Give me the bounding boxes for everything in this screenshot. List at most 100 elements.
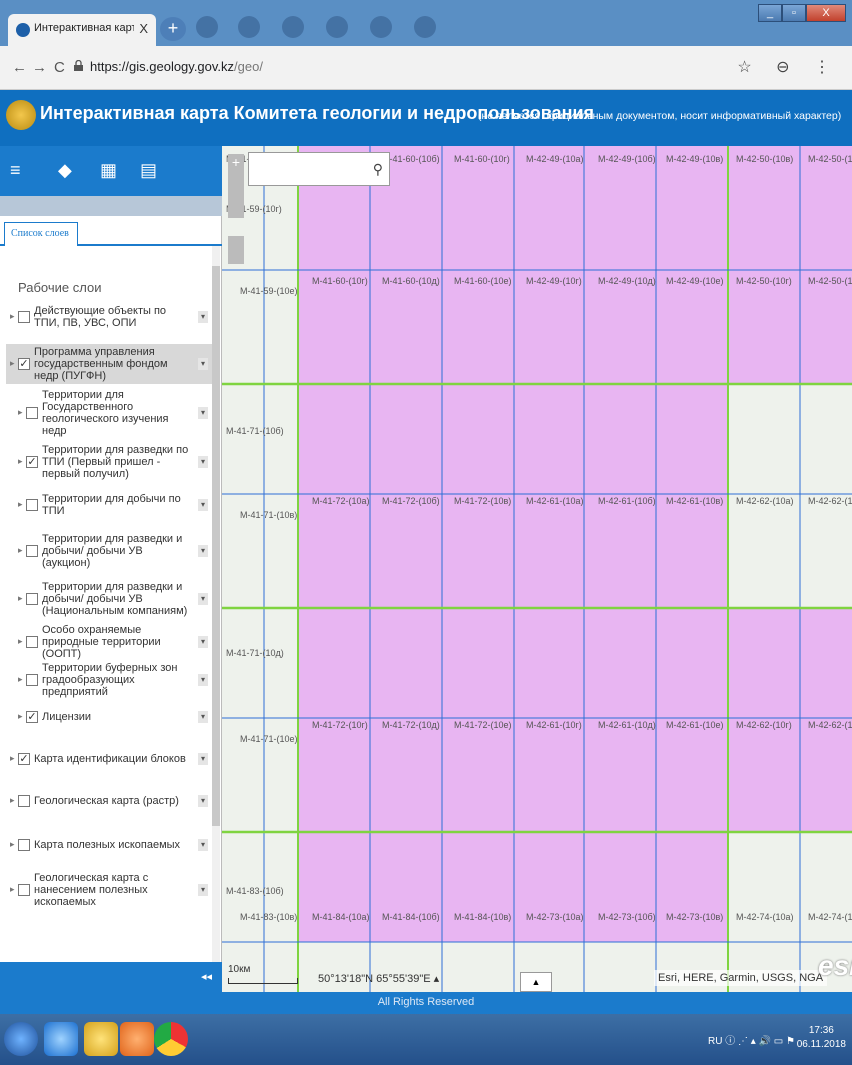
system-tray[interactable]: RU ⓘ ⋰ ▴ 🔊 ▭ ⚑ (708, 1032, 795, 1047)
zoom-control[interactable]: + (228, 154, 244, 218)
zoom-in-button[interactable]: + (232, 154, 240, 170)
expand-button[interactable]: ▲ (520, 972, 552, 992)
layer-options-icon[interactable]: ▾ (198, 674, 208, 686)
new-tab-button[interactable]: + (160, 17, 186, 41)
layer-options-icon[interactable]: ▾ (198, 593, 208, 605)
layer-checkbox[interactable] (18, 884, 30, 896)
layer-checkbox[interactable] (26, 499, 38, 511)
expand-arrow-icon[interactable]: ▸ (18, 593, 23, 604)
legend-icon[interactable]: ≡ (10, 160, 21, 181)
background-tab-icon[interactable] (282, 16, 304, 38)
layer-checkbox[interactable]: ✓ (18, 753, 30, 765)
layers-icon[interactable]: ◆ (58, 160, 72, 181)
layer-checkbox[interactable]: ✓ (18, 358, 30, 370)
expand-arrow-icon[interactable]: ▸ (18, 499, 23, 510)
tab-close-icon[interactable]: X (139, 21, 148, 36)
expand-arrow-icon[interactable]: ▸ (18, 545, 23, 556)
layer-row[interactable]: ▸ Геологическая карта с нанесением полезн… (6, 872, 212, 908)
background-tab-icon[interactable] (326, 16, 348, 38)
layer-list-scrollbar[interactable] (212, 246, 220, 962)
background-tab-icon[interactable] (414, 16, 436, 38)
forward-icon[interactable]: → (32, 59, 47, 76)
chrome-icon[interactable] (154, 1022, 188, 1056)
layer-row[interactable]: ▸ Действующие объекты по ТПИ, ПВ, УВС, ОП… (6, 300, 212, 334)
layer-row[interactable]: ▸ ✓ Лицензии ▾ (6, 702, 212, 732)
layer-checkbox[interactable] (18, 795, 30, 807)
file-explorer-icon[interactable] (84, 1022, 118, 1056)
layer-options-icon[interactable]: ▾ (198, 753, 208, 765)
layer-label: Территории для добычи по ТПИ (42, 493, 181, 517)
close-window-button[interactable]: X (806, 4, 846, 22)
expand-arrow-icon[interactable]: ▸ (10, 795, 15, 806)
minimize-button[interactable]: _ (758, 4, 782, 22)
map-canvas[interactable]: M-41-59-(10в)M-41-60-(10б)M-41-60-(10г)M… (222, 146, 852, 992)
grid-cell-label: M-41-72-(10д) (382, 720, 440, 730)
layer-row[interactable]: ▸ Территории для добычи по ТПИ ▾ (6, 490, 212, 520)
layer-checkbox[interactable] (18, 839, 30, 851)
layer-options-icon[interactable]: ▾ (198, 407, 208, 419)
layer-row[interactable]: ▸ Территории буферных зон градообразующих… (6, 662, 212, 698)
layer-options-icon[interactable]: ▾ (198, 545, 208, 557)
tab-layer-list[interactable]: Список слоев (4, 222, 78, 246)
expand-arrow-icon[interactable]: ▸ (10, 884, 15, 895)
layer-options-icon[interactable]: ▾ (198, 311, 208, 323)
layer-options-icon[interactable]: ▾ (198, 711, 208, 723)
layer-options-icon[interactable]: ▾ (198, 636, 208, 648)
layer-checkbox[interactable] (18, 311, 30, 323)
url-field[interactable]: https://gis.geology.gov.kz/geo/ (90, 59, 263, 74)
layer-options-icon[interactable]: ▾ (198, 839, 208, 851)
layer-row[interactable]: ▸ ✓ Территории для разведки по ТПИ (Первый… (6, 442, 212, 482)
browser-tab[interactable]: Интерактивная карта Комитета X (8, 14, 156, 46)
scrollbar-thumb[interactable] (212, 266, 220, 826)
clock[interactable]: 17:36 06.11.2018 (797, 1024, 846, 1052)
background-tab-icon[interactable] (196, 16, 218, 38)
internet-explorer-icon[interactable] (44, 1022, 78, 1056)
layer-checkbox[interactable] (26, 545, 38, 557)
expand-arrow-icon[interactable]: ▸ (10, 753, 15, 764)
map-view[interactable]: M-41-59-(10в)M-41-60-(10б)M-41-60-(10г)M… (222, 146, 852, 992)
layer-options-icon[interactable]: ▾ (198, 358, 208, 370)
media-player-icon[interactable] (120, 1022, 154, 1056)
expand-arrow-icon[interactable]: ▸ (10, 839, 15, 850)
back-icon[interactable]: ← (12, 59, 27, 76)
layer-row[interactable]: ▸ ✓ Программа управления государственным ф… (6, 344, 212, 384)
expand-arrow-icon[interactable]: ▸ (18, 456, 23, 467)
maximize-button[interactable]: ▫ (782, 4, 806, 22)
layer-row[interactable]: ▸ ✓ Карта идентификации блоков ▾ (6, 744, 212, 774)
start-button-icon[interactable] (4, 1022, 38, 1056)
layer-checkbox[interactable]: ✓ (26, 456, 38, 468)
print-icon[interactable]: ▤ (140, 160, 157, 181)
background-tab-icon[interactable] (238, 16, 260, 38)
map-search-input[interactable]: ⚲ (248, 152, 390, 186)
layer-checkbox[interactable] (26, 407, 38, 419)
layer-row[interactable]: ▸ Особо охраняемые природные территории (… (6, 624, 212, 660)
layer-checkbox[interactable]: ✓ (26, 711, 38, 723)
layer-row[interactable]: ▸ Территории для разведки и добычи/ добыч… (6, 576, 212, 622)
layer-checkbox[interactable] (26, 636, 38, 648)
basemap-icon[interactable]: ▦ (100, 160, 117, 181)
reload-icon[interactable]: C (54, 59, 65, 76)
background-tab-icon[interactable] (370, 16, 392, 38)
layer-options-icon[interactable]: ▾ (198, 795, 208, 807)
layer-row[interactable]: ▸ Геологическая карта (растр) ▾ (6, 786, 212, 816)
search-icon[interactable]: ⚲ (373, 161, 383, 178)
grid-cell-label: M-42-50-(10д) (808, 276, 852, 286)
layer-options-icon[interactable]: ▾ (198, 884, 208, 896)
collapse-panel-icon[interactable]: ◂◂ (201, 970, 212, 983)
home-button[interactable] (228, 236, 244, 264)
layer-checkbox[interactable] (26, 593, 38, 605)
browser-menu-icons[interactable]: ☆ ⊖ ⋮ (737, 57, 840, 77)
layer-checkbox[interactable] (26, 674, 38, 686)
layer-options-icon[interactable]: ▾ (198, 499, 208, 511)
expand-arrow-icon[interactable]: ▸ (10, 311, 15, 322)
layer-options-icon[interactable]: ▾ (198, 456, 208, 468)
expand-arrow-icon[interactable]: ▸ (18, 674, 23, 685)
layer-row[interactable]: ▸ Карта полезных ископаемых ▾ (6, 830, 212, 860)
expand-arrow-icon[interactable]: ▸ (18, 407, 23, 418)
grid-cell-label: M-41-83-(10в) (240, 912, 297, 922)
layer-row[interactable]: ▸ Территории для Государственного геологи… (6, 389, 212, 437)
layer-row[interactable]: ▸ Территории для разведки и добычи/ добыч… (6, 532, 212, 570)
expand-arrow-icon[interactable]: ▸ (18, 711, 23, 722)
expand-arrow-icon[interactable]: ▸ (10, 358, 15, 369)
expand-arrow-icon[interactable]: ▸ (18, 636, 23, 647)
